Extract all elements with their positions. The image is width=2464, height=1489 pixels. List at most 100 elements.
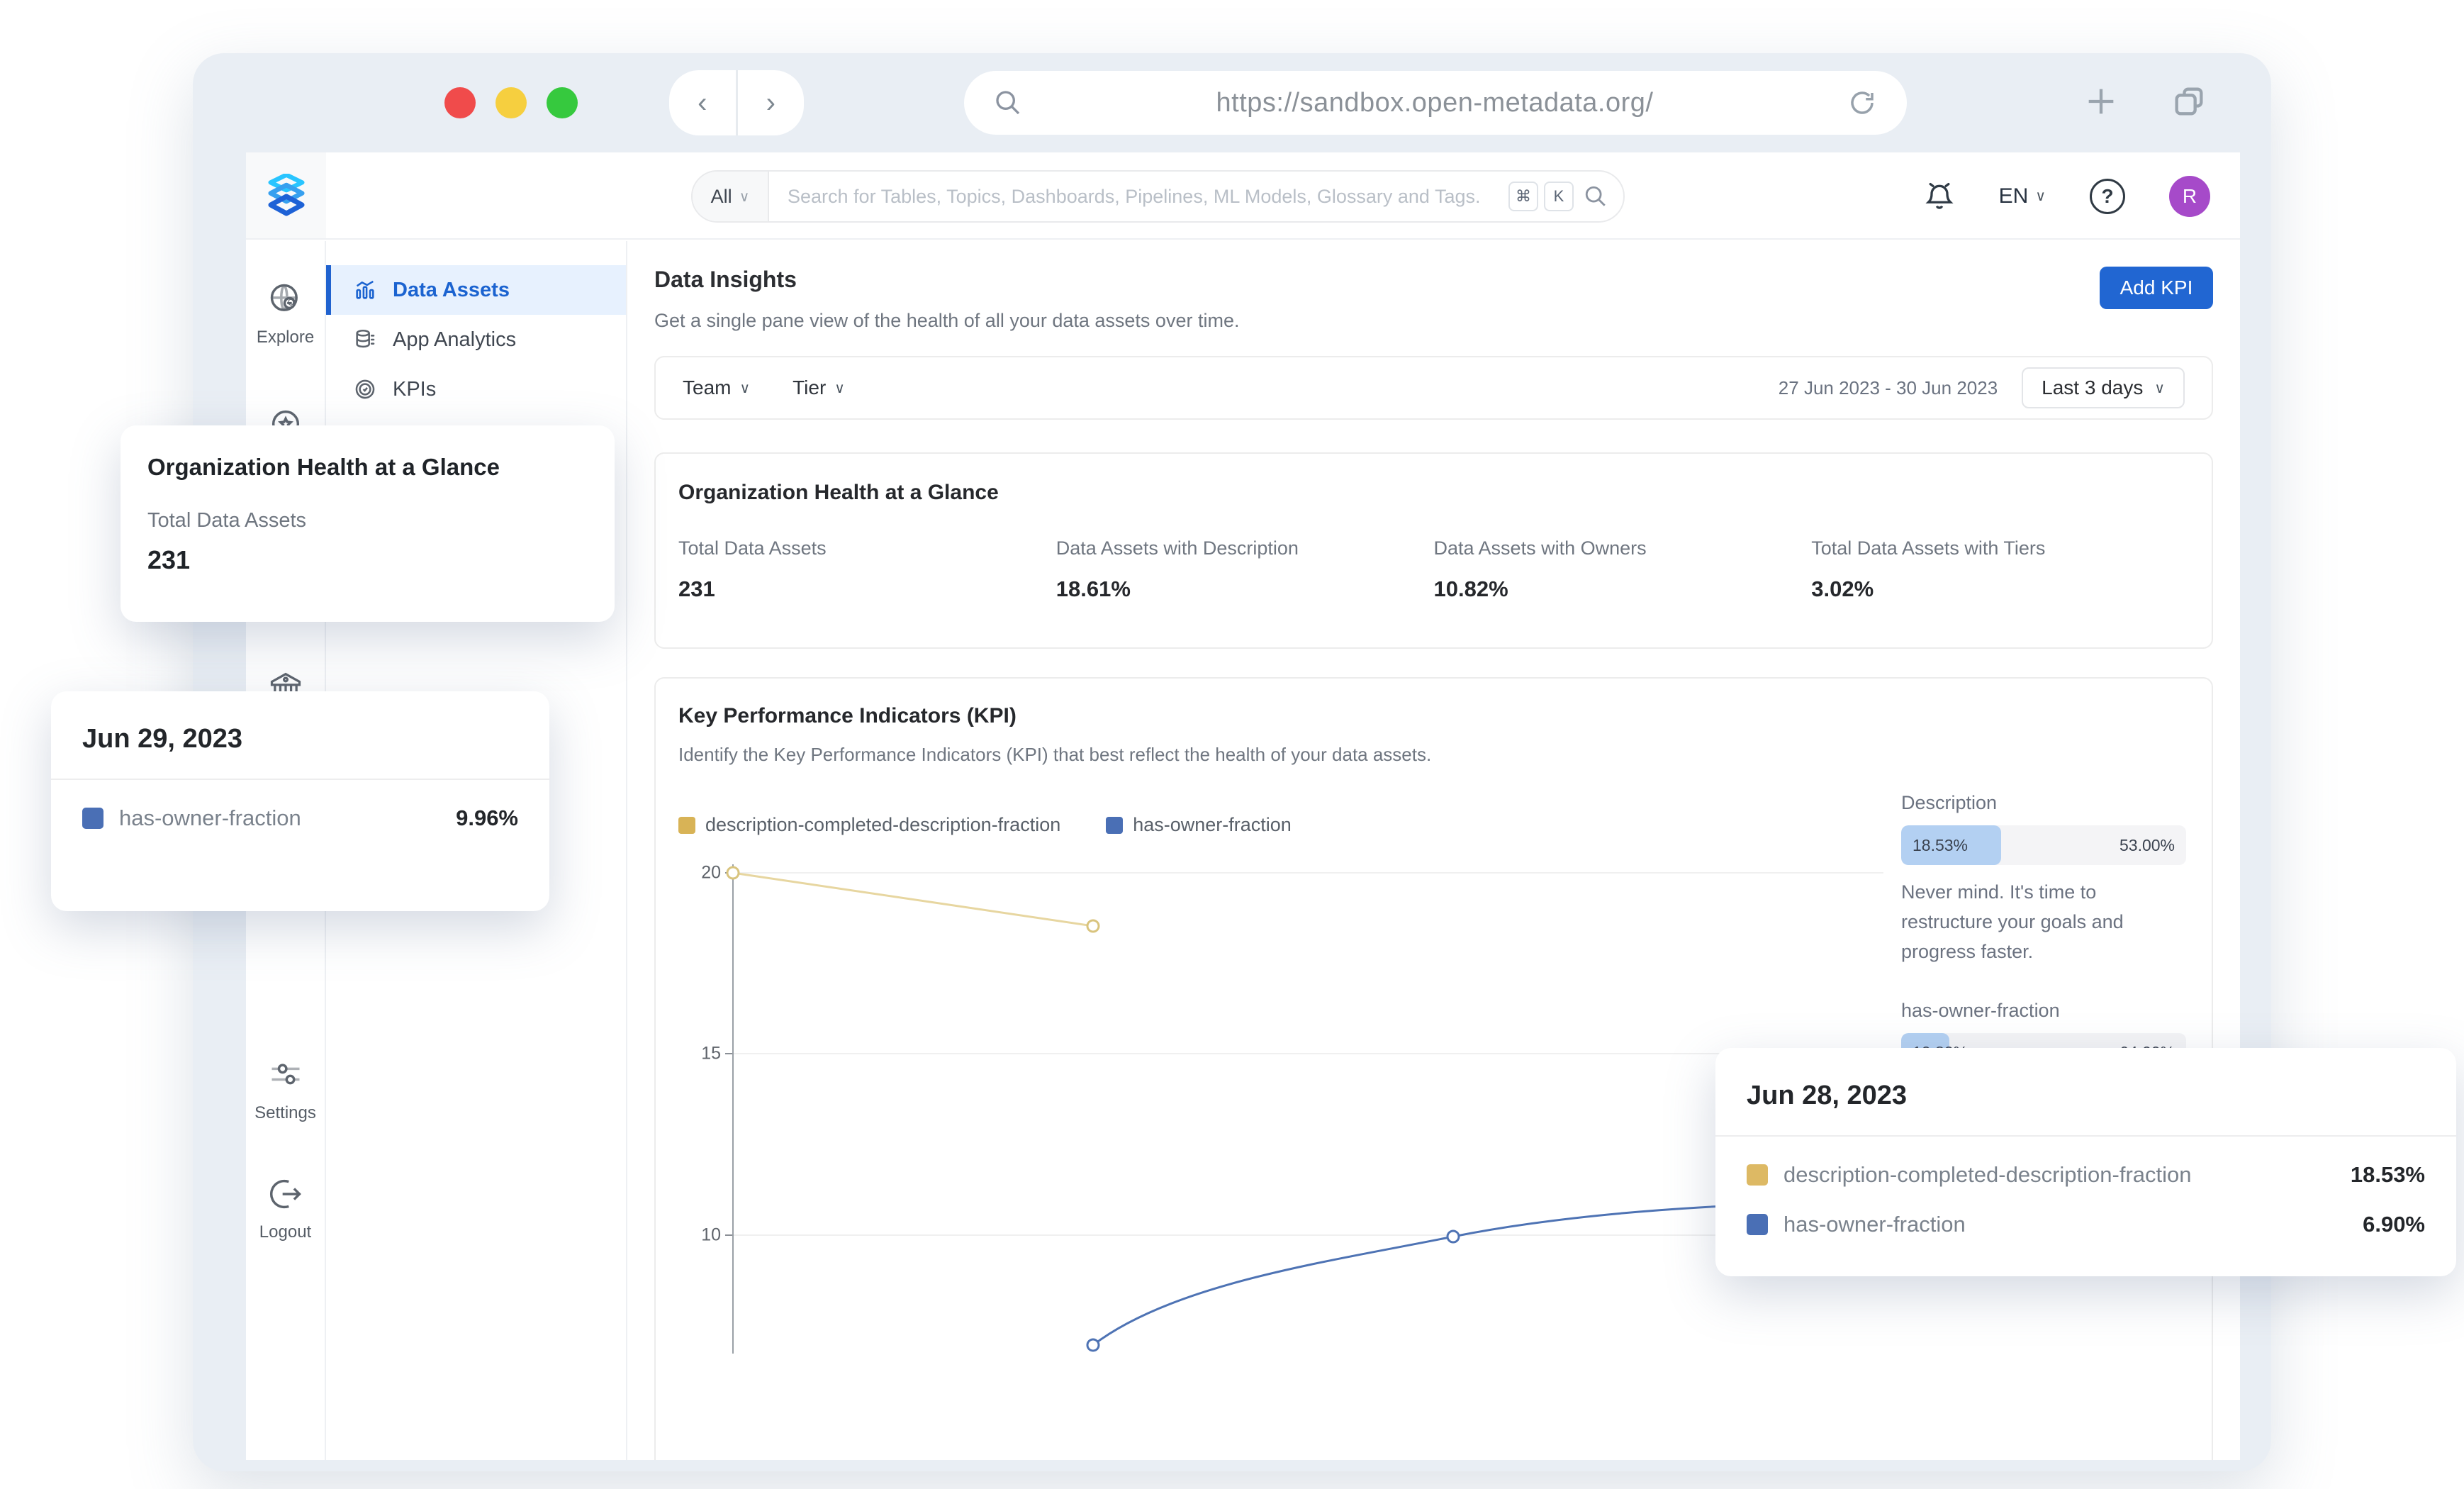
notifications-bell-icon[interactable]: [1924, 181, 1955, 212]
traffic-lights: [444, 87, 578, 118]
sidenav-item-data-assets[interactable]: Data Assets: [326, 265, 626, 315]
stat-label: Data Assets with Description: [1056, 537, 1434, 559]
url-bar[interactable]: https://sandbox.open-metadata.org/: [964, 71, 1907, 135]
tooltip-date: Jun 29, 2023: [51, 691, 549, 779]
blue-point-jun29[interactable]: [1447, 1231, 1459, 1242]
series-value: 18.53%: [2351, 1162, 2425, 1188]
gauge-icon: [353, 377, 377, 401]
legend-swatch-gold: [678, 817, 695, 834]
legend-item-description[interactable]: description-completed-description-fracti…: [678, 814, 1060, 836]
kpi-subtitle: Identify the Key Performance Indicators …: [678, 744, 2189, 766]
page-subtitle: Get a single pane view of the health of …: [654, 310, 1239, 332]
stat-value: 3.02%: [1811, 576, 2189, 602]
series-value: 9.96%: [456, 805, 518, 831]
forward-button[interactable]: ›: [738, 70, 805, 135]
stat-assets-with-tiers: Total Data Assets with Tiers 3.02%: [1811, 537, 2189, 602]
chevron-down-icon: ∨: [739, 188, 750, 206]
kpi-panel-section-description: Description 18.53% 53.00% Never mind. It…: [1901, 792, 2186, 967]
language-selector[interactable]: EN ∨: [1999, 184, 2046, 208]
tooltip-value: 231: [147, 545, 588, 575]
stat-assets-with-owners: Data Assets with Owners 10.82%: [1434, 537, 1812, 602]
stat-assets-with-description: Data Assets with Description 18.61%: [1056, 537, 1434, 602]
chevron-down-icon: ∨: [834, 379, 845, 397]
series-name: description-completed-description-fracti…: [1783, 1162, 2191, 1188]
series-name: has-owner-fraction: [1783, 1212, 1966, 1237]
stat-label: Total Data Assets with Tiers: [1811, 537, 2189, 559]
explore-globe-icon: Q: [267, 281, 304, 318]
sidenav-label: Data Assets: [393, 279, 510, 302]
sidebar-item-explore[interactable]: Q Explore: [246, 281, 325, 347]
chevron-down-icon: ∨: [2154, 379, 2165, 397]
zoom-window-button[interactable]: [547, 87, 578, 118]
team-filter-dropdown[interactable]: Team ∨: [683, 377, 750, 399]
back-button[interactable]: ‹: [669, 70, 736, 135]
sidebar-item-settings[interactable]: Settings: [246, 1056, 325, 1123]
add-kpi-button[interactable]: Add KPI: [2100, 267, 2213, 309]
search-scope-dropdown[interactable]: All ∨: [693, 172, 769, 221]
minimize-window-button[interactable]: [495, 87, 527, 118]
kpi-panel-note: Never mind. It's time to restructure you…: [1901, 878, 2186, 967]
stat-total-data-assets: Total Data Assets 231: [678, 537, 1056, 602]
url-text[interactable]: https://sandbox.open-metadata.org/: [1022, 88, 1847, 118]
sidenav-item-kpis[interactable]: KPIs: [326, 364, 626, 414]
period-selector[interactable]: Last 3 days ∨: [2022, 367, 2185, 408]
reload-icon[interactable]: [1847, 88, 1877, 118]
search-icon[interactable]: [1584, 184, 1608, 208]
browser-nav: ‹ ›: [669, 70, 804, 135]
kpi-title: Key Performance Indicators (KPI): [678, 704, 2189, 728]
gold-point-jun28[interactable]: [1087, 920, 1099, 932]
sidebar-item-logout[interactable]: Logout: [246, 1176, 325, 1242]
series-swatch-blue: [1747, 1214, 1768, 1235]
close-window-button[interactable]: [444, 87, 476, 118]
date-range-label: 27 Jun 2023 - 30 Jun 2023: [1779, 377, 1998, 399]
user-avatar[interactable]: R: [2169, 176, 2210, 217]
kpi-panel-heading: Description: [1901, 792, 2186, 814]
database-icon: [353, 328, 377, 352]
search-input[interactable]: Search for Tables, Topics, Dashboards, P…: [769, 186, 1503, 208]
tooltip-date: Jun 28, 2023: [1715, 1048, 2456, 1135]
legend-item-has-owner[interactable]: has-owner-fraction: [1106, 814, 1292, 836]
tooltip-title: Organization Health at a Glance: [147, 454, 588, 481]
sidenav-item-app-analytics[interactable]: App Analytics: [326, 315, 626, 364]
search-scope-label: All: [711, 186, 732, 208]
stat-value: 10.82%: [1434, 576, 1812, 602]
app-logo[interactable]: [246, 152, 326, 238]
rail-label-logout: Logout: [259, 1222, 311, 1242]
gold-point-jun27[interactable]: [727, 867, 739, 879]
org-health-title: Organization Health at a Glance: [678, 481, 2189, 505]
new-tab-icon[interactable]: [2083, 83, 2119, 120]
rail-label-explore: Explore: [257, 328, 314, 347]
sidenav-label: KPIs: [393, 378, 436, 401]
filters-bar: Team ∨ Tier ∨ 27 Jun 2023 - 30 Jun 2023 …: [654, 356, 2213, 420]
description-progress-bar: 18.53% 53.00%: [1901, 825, 2186, 865]
blue-point-jun28[interactable]: [1087, 1339, 1099, 1351]
stat-value: 18.61%: [1056, 576, 1434, 602]
browser-titlebar: ‹ › https://sandbox.open-metadata.org/: [193, 53, 2271, 152]
progress-fill: 18.53%: [1901, 825, 2001, 865]
stat-value: 231: [678, 576, 1056, 602]
legend-label: description-completed-description-fracti…: [705, 814, 1060, 836]
help-button[interactable]: ?: [2090, 179, 2125, 214]
svg-text:Q: Q: [287, 298, 293, 308]
openmetadata-logo-icon: [266, 174, 307, 218]
chevron-down-icon: ∨: [2035, 187, 2046, 205]
global-search[interactable]: All ∨ Search for Tables, Topics, Dashboa…: [691, 170, 1625, 223]
series-name: has-owner-fraction: [119, 805, 301, 831]
jun29-tooltip-card: Jun 29, 2023 has-owner-fraction 9.96%: [51, 691, 549, 911]
series-value: 6.90%: [2363, 1212, 2425, 1237]
tier-filter-label: Tier: [793, 377, 826, 399]
language-label: EN: [1999, 184, 2029, 208]
cmd-key-badge: ⌘: [1508, 182, 1538, 211]
legend-label: has-owner-fraction: [1133, 814, 1292, 836]
tier-filter-dropdown[interactable]: Tier ∨: [793, 377, 845, 399]
org-health-tooltip-card: Organization Health at a Glance Total Da…: [121, 425, 615, 622]
logout-icon: [267, 1176, 304, 1212]
series-swatch-gold: [1747, 1164, 1768, 1186]
team-filter-label: Team: [683, 377, 731, 399]
app-header: All ∨ Search for Tables, Topics, Dashboa…: [246, 152, 2240, 240]
settings-sliders-icon: [267, 1056, 304, 1093]
tooltip-row: has-owner-fraction 9.96%: [82, 805, 518, 831]
page-title: Data Insights: [654, 267, 1239, 293]
tab-overview-icon[interactable]: [2171, 83, 2207, 120]
period-label: Last 3 days: [2042, 377, 2143, 399]
